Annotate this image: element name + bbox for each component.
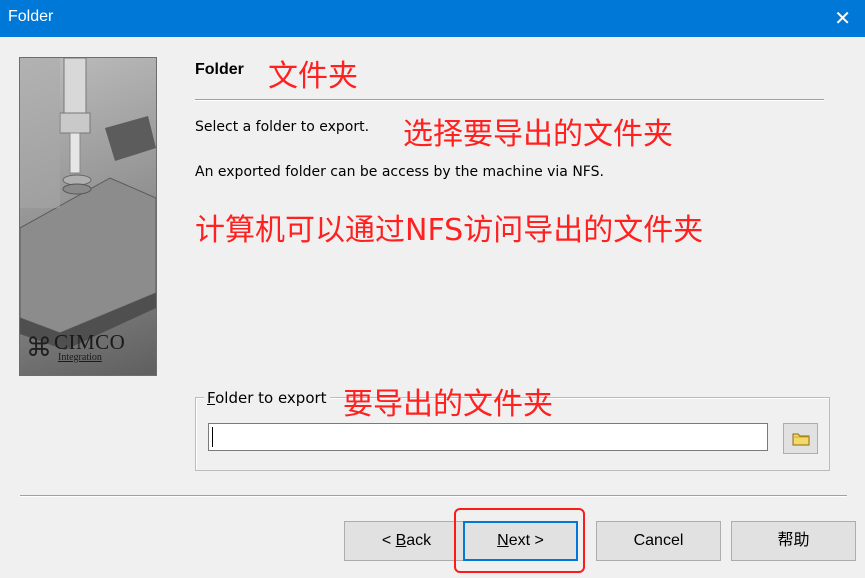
folder-path-input[interactable] [208,423,768,451]
logo-sub-text: Integration [58,352,102,363]
back-label-prefix: < [381,532,396,549]
folder-icon [792,433,810,446]
annotation-info: 计算机可以通过NFS访问导出的文件夹 [195,213,704,248]
footer-divider [20,495,847,497]
back-label-rest: ack [406,532,432,549]
close-icon[interactable]: ✕ [834,6,851,30]
folder-label-rest: older to export [215,389,327,407]
machining-illustration [20,58,156,350]
select-folder-text: Select a folder to export. [195,119,370,135]
folder-group-label: Folder to export [204,389,330,407]
browse-folder-button[interactable] [783,423,818,454]
nfs-info-text: An exported folder can be access by the … [195,164,604,180]
wizard-side-image: ⌘ CIMCO Integration [19,57,157,376]
annotation-select: 选择要导出的文件夹 [403,117,673,152]
next-highlight-box [454,508,585,573]
back-label-mnemonic: B [395,532,407,549]
text-caret [212,427,213,447]
page-title: Folder [195,61,244,78]
header-divider [195,99,824,101]
annotation-group: 要导出的文件夹 [343,387,553,422]
help-button[interactable]: 帮助 [731,521,856,561]
cimco-logo: ⌘ CIMCO Integration [26,330,126,364]
back-button[interactable]: < Back [344,521,469,561]
window-title: Folder [8,8,54,25]
cimco-logo-icon: ⌘ [26,332,52,363]
folder-label-mnemonic: F [207,389,216,407]
title-bar: Folder ✕ [0,0,865,37]
cancel-button[interactable]: Cancel [596,521,721,561]
annotation-heading: 文件夹 [268,59,358,94]
logo-brand-text: CIMCO [54,330,126,354]
